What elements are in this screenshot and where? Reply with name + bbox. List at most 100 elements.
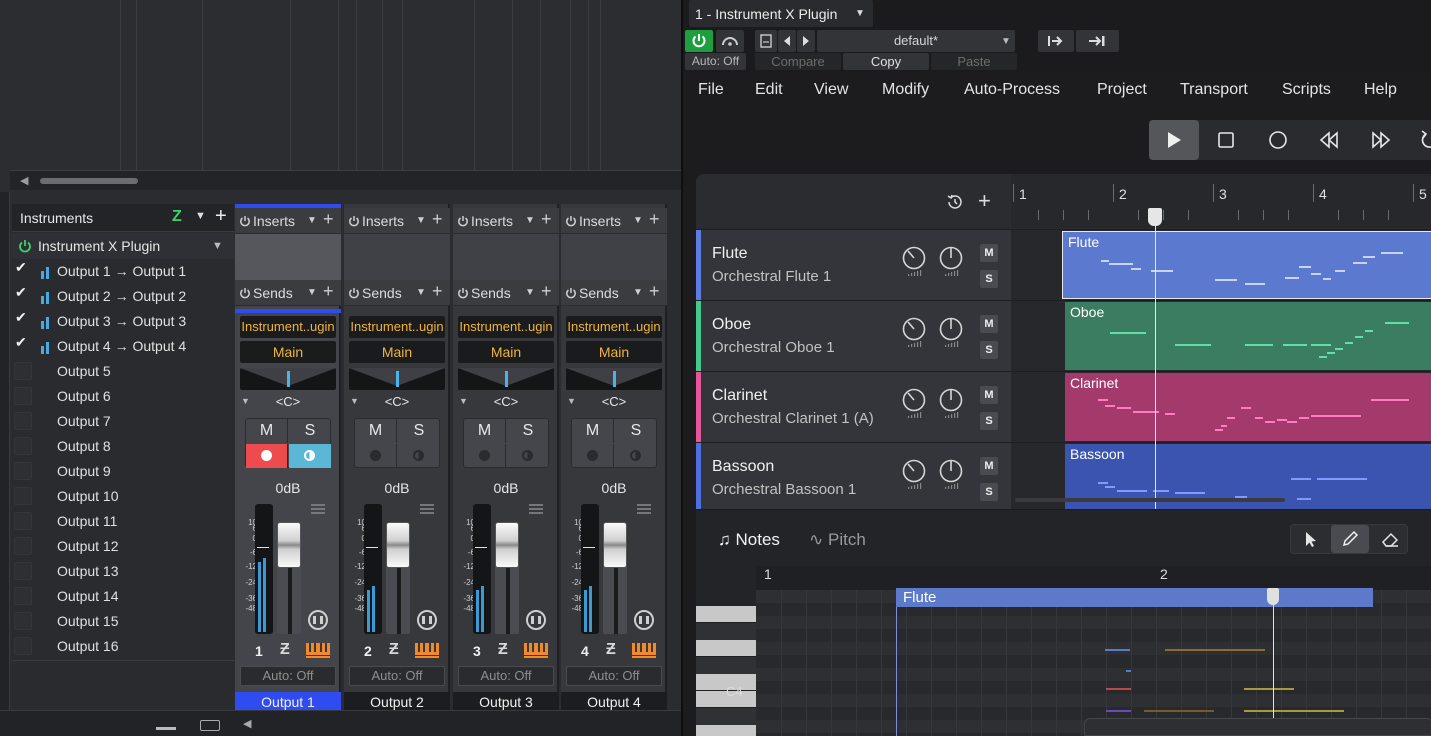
track-mute-button[interactable]: M: [980, 244, 998, 262]
output-item[interactable]: Output 8: [12, 434, 234, 459]
output-checkbox[interactable]: [14, 612, 32, 630]
piano-roll-note[interactable]: [1144, 710, 1214, 712]
automation-mode[interactable]: Auto: Off: [240, 666, 336, 686]
pan-control[interactable]: [566, 368, 662, 390]
power-icon[interactable]: [565, 215, 577, 227]
grip-icon[interactable]: [420, 504, 434, 518]
output-item[interactable]: Output 12: [12, 534, 234, 559]
inserts-header[interactable]: Inserts ▼ +: [344, 208, 450, 234]
add-track-button[interactable]: +: [978, 188, 991, 214]
instrument-input[interactable]: Instrument..ugin: [458, 316, 554, 338]
pan-knob[interactable]: [938, 387, 964, 421]
midi-note[interactable]: [1255, 417, 1263, 419]
midi-note[interactable]: [1365, 330, 1373, 332]
add-send-button[interactable]: +: [649, 281, 660, 302]
pencil-tool[interactable]: [1331, 525, 1369, 553]
region-clip[interactable]: Clarinet: [1065, 373, 1431, 441]
keyboard-icon[interactable]: [524, 643, 548, 658]
plugin-row[interactable]: Instrument X Plugin ▼: [12, 233, 234, 259]
midi-note[interactable]: [1285, 277, 1299, 279]
output-item[interactable]: ✔ Output 4 → Output 4: [12, 334, 234, 359]
eraser-tool[interactable]: [1371, 525, 1409, 553]
output-checkbox[interactable]: [14, 387, 32, 405]
checkmark-icon[interactable]: ✔: [15, 259, 27, 276]
instrument-input[interactable]: Instrument..ugin: [349, 316, 445, 338]
pan-knob[interactable]: [938, 458, 964, 492]
pan-control[interactable]: [240, 368, 336, 390]
output-bus[interactable]: Main: [240, 341, 336, 363]
add-instrument-button[interactable]: +: [215, 205, 227, 228]
track-mute-button[interactable]: M: [980, 315, 998, 333]
power-icon[interactable]: [18, 239, 32, 253]
midi-note[interactable]: [1353, 262, 1367, 264]
midi-note[interactable]: [1098, 482, 1108, 484]
output-item[interactable]: Output 15: [12, 609, 234, 634]
record-arm-button[interactable]: [572, 444, 614, 468]
insert-slot[interactable]: [235, 234, 341, 280]
checkmark-icon[interactable]: ✔: [15, 309, 27, 326]
track-solo-button[interactable]: S: [980, 412, 998, 430]
automation-mode[interactable]: Auto: Off: [458, 666, 554, 686]
monitor-button[interactable]: [507, 444, 549, 468]
midi-note[interactable]: [1297, 498, 1311, 500]
midi-note[interactable]: [1117, 407, 1131, 409]
play-button[interactable]: [1149, 120, 1199, 160]
chevron-down-icon[interactable]: ▼: [633, 215, 643, 226]
channel-output-label[interactable]: Output 4: [561, 692, 667, 712]
prev-preset-button[interactable]: [778, 30, 796, 52]
checkmark-icon[interactable]: ✔: [15, 334, 27, 351]
region-clip[interactable]: Oboe: [1065, 302, 1431, 370]
solo-button[interactable]: S: [289, 419, 331, 443]
midi-note[interactable]: [1299, 266, 1311, 268]
piano-roll-note[interactable]: [1165, 649, 1265, 651]
stereo-link-icon[interactable]: [308, 610, 328, 630]
sends-header[interactable]: Sends ▼ +: [235, 280, 341, 306]
midi-note[interactable]: [1327, 352, 1335, 354]
insert-slot[interactable]: [344, 234, 450, 280]
midi-note[interactable]: [1335, 348, 1343, 350]
window-icon[interactable]: [200, 720, 220, 731]
midi-note[interactable]: [1335, 270, 1345, 272]
menu-item[interactable]: View: [814, 81, 848, 99]
track-header[interactable]: Clarinet Orchestral Clarinet 1 (A) M S: [696, 372, 1011, 442]
piano-roll-grid[interactable]: [756, 590, 1431, 736]
midi-note[interactable]: [1355, 336, 1363, 338]
sends-header[interactable]: Sends ▼ +: [561, 280, 667, 306]
inserts-header[interactable]: Inserts ▼ +: [453, 208, 559, 234]
chevron-down-icon[interactable]: ▼: [525, 215, 535, 226]
mute-button[interactable]: M: [572, 419, 614, 443]
midi-note[interactable]: [1345, 342, 1353, 344]
add-send-button[interactable]: +: [541, 281, 552, 302]
menu-item[interactable]: Transport: [1180, 81, 1248, 99]
keyboard-icon[interactable]: [632, 643, 656, 658]
midi-note[interactable]: [1287, 421, 1297, 423]
output-item[interactable]: ✔ Output 2 → Output 2: [12, 284, 234, 309]
piano-roll-clip[interactable]: Flute: [896, 588, 1373, 607]
track-header[interactable]: Flute Orchestral Flute 1 MS: [696, 230, 1011, 300]
fast-forward-button[interactable]: [1356, 120, 1406, 160]
copy-button[interactable]: Copy: [843, 53, 929, 70]
add-insert-button[interactable]: +: [323, 209, 334, 230]
midi-note[interactable]: [1371, 399, 1409, 401]
midi-note[interactable]: [1323, 278, 1331, 280]
automation-toggle[interactable]: Auto: Off: [685, 53, 746, 70]
track-horizontal-scrollbar[interactable]: [1015, 498, 1285, 502]
output-item[interactable]: Output 9: [12, 459, 234, 484]
instrument-input[interactable]: Instrument..ugin: [240, 316, 336, 338]
midi-note[interactable]: [1385, 322, 1409, 324]
piano-roll-note[interactable]: [1244, 710, 1344, 712]
volume-fader[interactable]: [603, 522, 627, 568]
midi-note[interactable]: [1319, 356, 1327, 358]
midi-note[interactable]: [1283, 344, 1307, 346]
chevron-down-icon[interactable]: ▼: [195, 210, 206, 222]
volume-knob[interactable]: [901, 387, 927, 421]
inserts-header[interactable]: Inserts ▼ +: [235, 208, 341, 234]
midi-note[interactable]: [1165, 413, 1175, 415]
keyboard-icon[interactable]: [415, 643, 439, 658]
midi-note[interactable]: [1381, 252, 1403, 254]
output-item[interactable]: Output 7: [12, 409, 234, 434]
output-item[interactable]: ✔ Output 1 → Output 1: [12, 259, 234, 284]
rewind-button[interactable]: [1304, 120, 1354, 160]
checkmark-icon[interactable]: ✔: [15, 284, 27, 301]
pan-knob[interactable]: [938, 245, 964, 279]
